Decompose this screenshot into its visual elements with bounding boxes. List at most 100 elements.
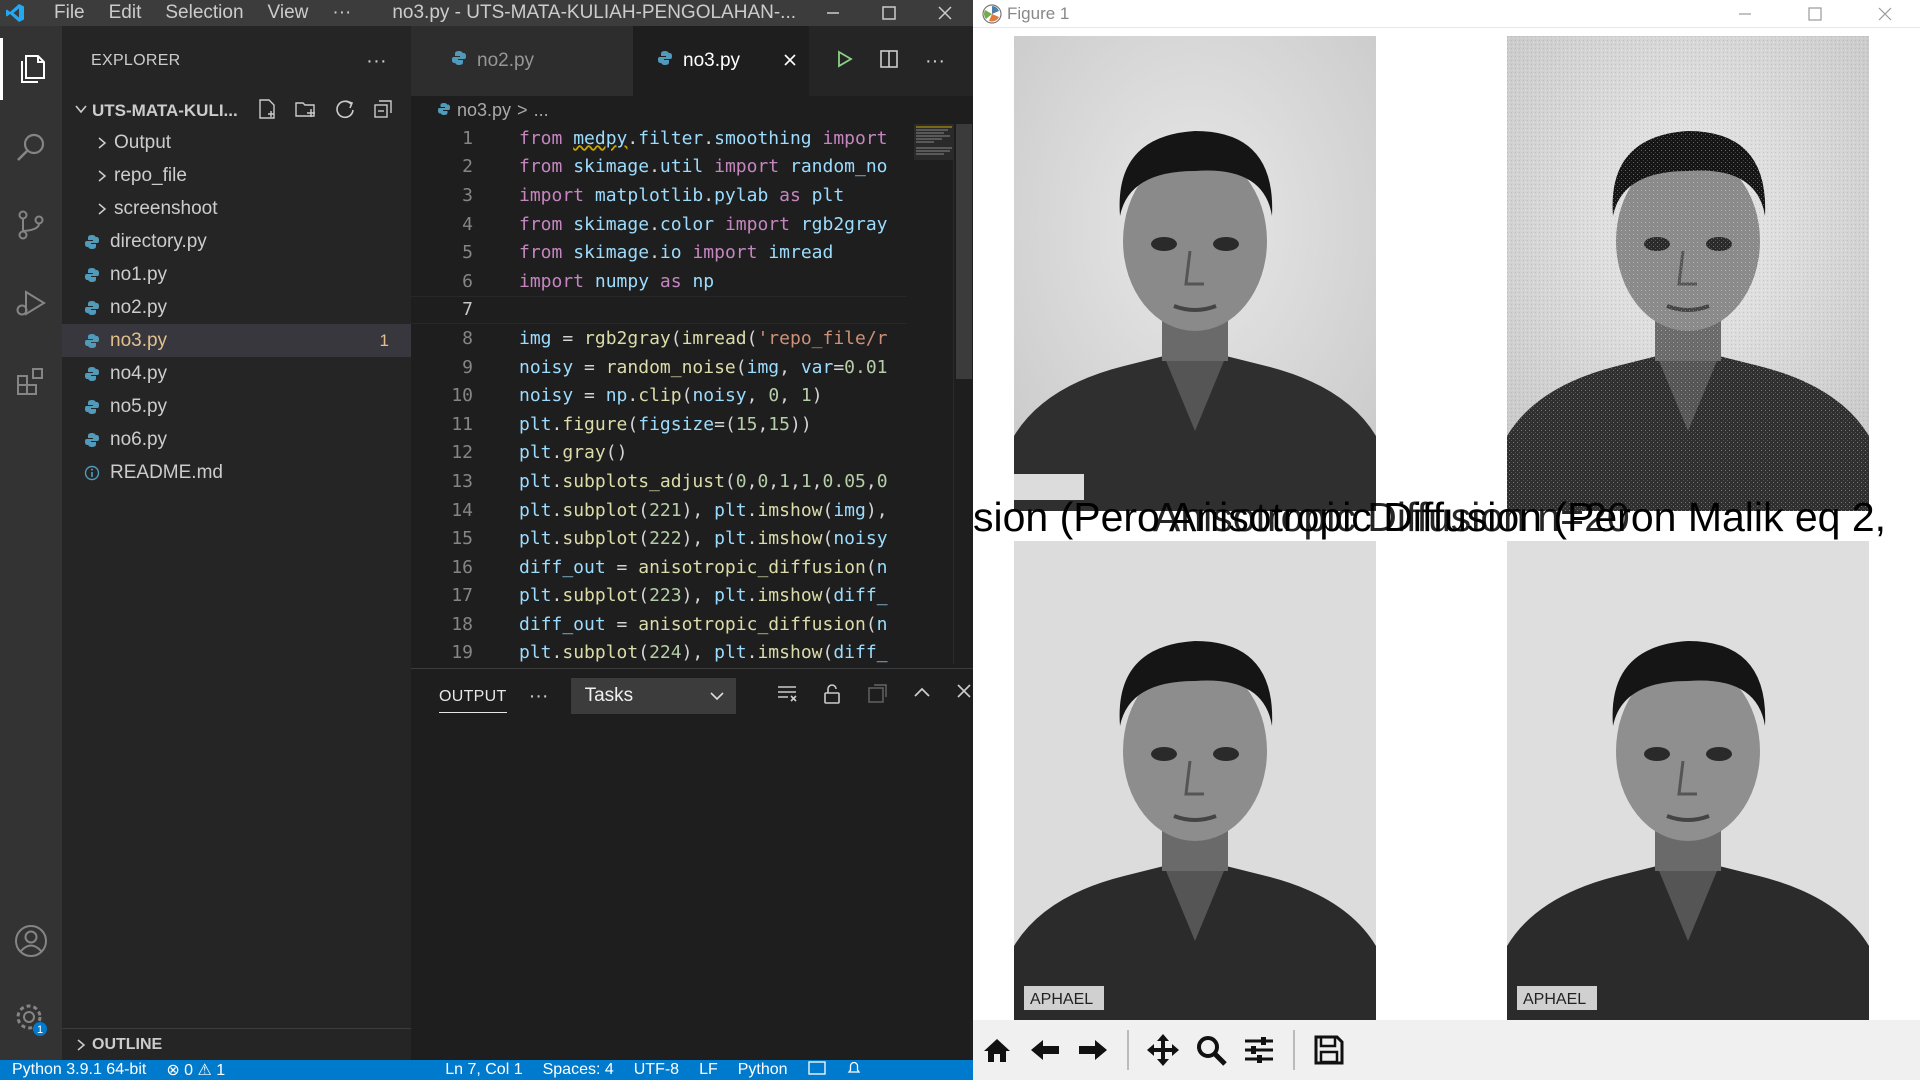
code-line[interactable]: 11 plt.figure(figsize=(15,15)) [411,410,907,439]
svg-text:APHAEL: APHAEL [1523,991,1586,1008]
panel-more-button[interactable]: ··· [529,685,549,708]
tree-file-no2-py[interactable]: no2.py [62,291,411,324]
status-language[interactable]: Python [728,1061,798,1079]
menu-more[interactable]: ··· [320,0,363,26]
new-folder-icon[interactable] [294,98,318,125]
code-line[interactable]: 13 plt.subplots_adjust(0,0,1,1,0.05,0 [411,467,907,496]
source-control-icon[interactable] [0,194,62,256]
tree-file-no1-py[interactable]: no1.py [62,258,411,291]
code-line[interactable]: 4 from skimage.color import rgb2gray [411,210,907,239]
figure-canvas[interactable]: APHAEL APHAEL sion (Pero Anisotropic Dif… [973,28,1920,1020]
code-line[interactable]: 17 plt.subplot(223), plt.imshow(diff_ [411,582,907,611]
code-text: from skimage.util import random_no [519,156,888,178]
code-line[interactable]: 16 diff_out = anisotropic_diffusion(n [411,553,907,582]
open-log-icon[interactable] [866,683,888,710]
feedback-icon[interactable] [798,1060,836,1080]
menu-file[interactable]: File [30,0,97,26]
tree-folder-screenshoot[interactable]: screenshoot [62,192,411,225]
run-debug-icon[interactable] [0,272,62,334]
breadcrumb-symbol[interactable]: ... [534,100,549,121]
code-line[interactable]: 5 from skimage.io import imread [411,238,907,267]
outline-section[interactable]: OUTLINE [62,1028,411,1060]
menu-edit[interactable]: Edit [97,0,154,26]
save-floppy-icon[interactable] [1307,1026,1351,1074]
close-panel-icon[interactable] [956,683,972,710]
tree-file-no3-py[interactable]: no3.py 1 [62,324,411,357]
figure-close-button[interactable] [1850,6,1920,22]
code-line[interactable]: 15 plt.subplot(222), plt.imshow(noisy [411,524,907,553]
code-line[interactable]: 14 plt.subplot(221), plt.imshow(img), [411,496,907,525]
home-icon[interactable] [975,1026,1019,1074]
code-line[interactable]: 7 [411,295,907,325]
zoom-magnifier-icon[interactable] [1189,1026,1233,1074]
tab-output[interactable]: OUTPUT [439,680,507,713]
menu-selection[interactable]: Selection [153,0,255,26]
code-line[interactable]: 8 img = rgb2gray(imread('repo_file/r [411,324,907,353]
new-file-icon[interactable] [256,98,278,125]
close-tab-icon[interactable] [783,50,797,73]
editor-scrollbar[interactable] [953,124,973,664]
status-interpreter[interactable]: Python 3.9.1 64-bit [0,1061,156,1079]
workspace-folder[interactable]: UTS-MATA-KULI... [62,96,411,126]
tab-no2-py[interactable]: no2.py [411,26,633,96]
tree-file-readme-md[interactable]: README.md [62,456,411,489]
tab-no3-py[interactable]: no3.py [633,26,809,96]
status-encoding[interactable]: UTF-8 [624,1061,689,1079]
forward-arrow-icon[interactable] [1071,1026,1115,1074]
tree-file-no6-py[interactable]: no6.py [62,423,411,456]
scrollbar-thumb[interactable] [956,124,972,379]
code-line[interactable]: 19 plt.subplot(224), plt.imshow(diff_ [411,639,907,664]
lock-scroll-icon[interactable] [822,683,842,710]
extensions-icon[interactable] [0,350,62,412]
code-line[interactable]: 18 diff_out = anisotropic_diffusion(n [411,610,907,639]
notifications-bell-icon[interactable] [836,1060,872,1080]
clear-output-icon[interactable] [776,683,798,710]
figure-minimize-button[interactable] [1710,6,1780,22]
chevron-down-icon [709,685,724,707]
code-line[interactable]: 1 from medpy.filter.smoothing import [411,124,907,153]
editor-more-icon[interactable]: ··· [925,50,945,73]
code-line[interactable]: 3 import matplotlib.pylab as plt [411,181,907,210]
refresh-icon[interactable] [334,98,356,125]
tree-file-directory-py[interactable]: directory.py [62,225,411,258]
tree-file-no5-py[interactable]: no5.py [62,390,411,423]
status-cursor-position[interactable]: Ln 7, Col 1 [435,1061,532,1079]
minimap[interactable] [914,124,954,164]
back-arrow-icon[interactable] [1023,1026,1067,1074]
breadcrumb-file[interactable]: no3.py [457,100,511,121]
tree-folder-repo-file[interactable]: repo_file [62,159,411,192]
output-channel-select[interactable]: Tasks [570,678,736,714]
close-window-button[interactable] [917,0,973,26]
code-editor[interactable]: 1 from medpy.filter.smoothing import 2 from… [411,124,907,664]
matplotlib-logo-icon [977,3,1007,25]
code-line[interactable]: 10 noisy = np.clip(noisy, 0, 1) [411,381,907,410]
accounts-icon[interactable] [0,910,62,972]
minimize-button[interactable] [805,0,861,26]
tree-folder-output[interactable]: Output [62,126,411,159]
explorer-icon[interactable] [0,38,62,100]
code-line[interactable]: 6 import numpy as np [411,267,907,296]
split-editor-icon[interactable] [879,49,899,74]
pan-move-icon[interactable] [1141,1026,1185,1074]
code-line[interactable]: 2 from skimage.util import random_no [411,153,907,182]
settings-gear-icon[interactable]: 1 [0,988,62,1050]
maximize-panel-icon[interactable] [912,683,932,710]
breadcrumb-separator: > [517,99,528,120]
line-number: 1 [462,127,473,149]
search-icon[interactable] [0,116,62,178]
status-indentation[interactable]: Spaces: 4 [533,1061,624,1079]
tree-file-no4-py[interactable]: no4.py [62,357,411,390]
run-file-icon[interactable] [835,49,853,73]
maximize-button[interactable] [861,0,917,26]
figure-maximize-button[interactable] [1780,6,1850,22]
explorer-more-button[interactable]: ··· [366,50,387,73]
status-eol[interactable]: LF [689,1061,728,1079]
collapse-all-icon[interactable] [372,98,394,125]
status-problems[interactable]: ⊗ 0 ⚠ 1 [156,1060,235,1080]
code-line[interactable]: 9 noisy = random_noise(img, var=0.01 [411,353,907,382]
line-number: 13 [451,470,473,492]
code-line[interactable]: 12 plt.gray() [411,439,907,468]
menu-view[interactable]: View [256,0,321,26]
python-file-icon [437,100,451,121]
configure-subplots-icon[interactable] [1237,1026,1281,1074]
